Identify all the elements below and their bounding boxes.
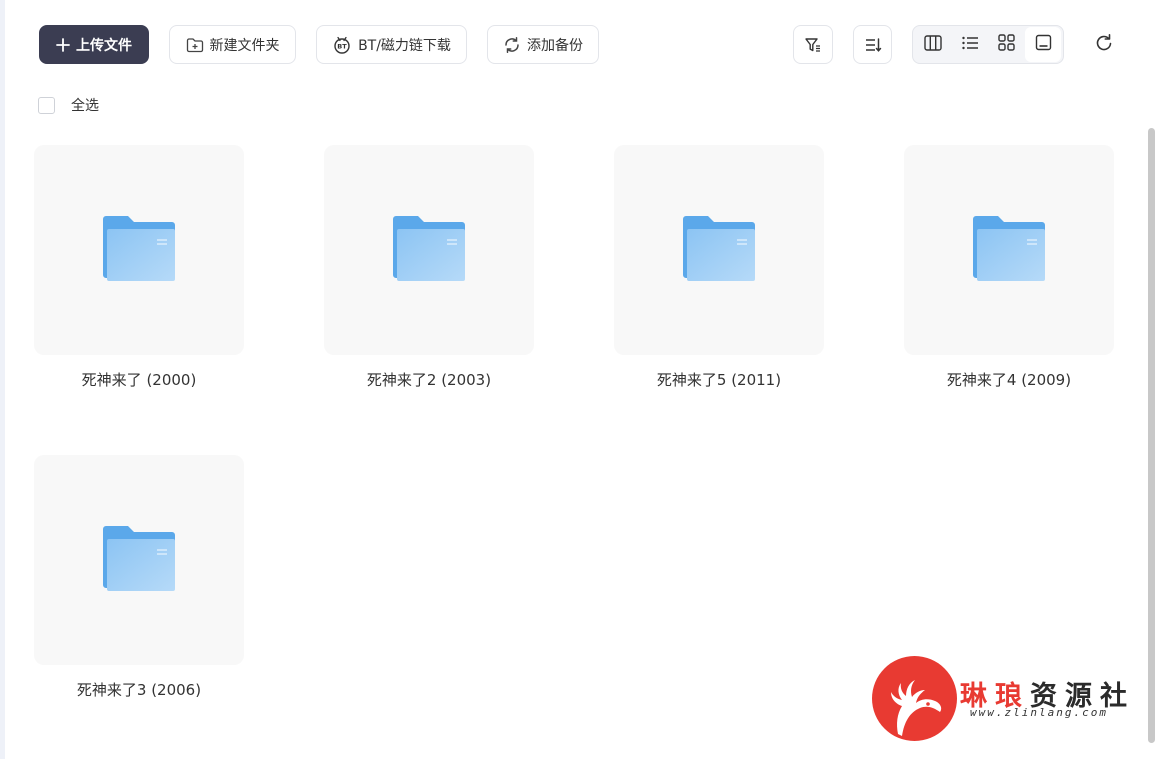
folder-icon [973,215,1045,285]
columns-icon [924,34,942,55]
folder-name[interactable]: 死神来了5 (2011) [614,369,824,390]
add-backup-label: 添加备份 [527,37,583,54]
svg-text:BT: BT [337,42,347,50]
folder-name[interactable]: 死神来了2 (2003) [324,369,534,390]
view-grid-button[interactable] [989,27,1025,62]
plus-icon [56,37,70,52]
folder-name[interactable]: 死神来了 (2000) [34,369,244,390]
upload-button[interactable]: 上传文件 [39,25,149,64]
folder-card[interactable]: 死神来了 (2000) [34,145,244,390]
folder-tile[interactable] [34,455,244,665]
bt-icon: BT [332,36,352,54]
view-columns-button[interactable] [915,27,951,62]
folder-tile[interactable] [34,145,244,355]
grid-icon [998,34,1015,55]
folder-card[interactable]: 死神来了4 (2009) [904,145,1114,390]
folder-icon [103,525,175,595]
select-all-label: 全选 [71,98,99,114]
toolbar: 上传文件 新建文件夹 BT BT/磁力链下载 添加备份 [0,0,1159,90]
vertical-scrollbar[interactable] [1148,128,1155,743]
bt-download-button[interactable]: BT BT/磁力链下载 [316,25,467,64]
watermark-url: www.zlinlang.com [970,706,1108,719]
view-mode-group [912,25,1064,64]
thumbnail-icon [1035,34,1052,55]
folder-tile[interactable] [904,145,1114,355]
folder-card[interactable]: 死神来了3 (2006) [34,455,244,700]
list-icon [961,35,979,55]
new-folder-button[interactable]: 新建文件夹 [169,25,296,64]
folder-card[interactable]: 死神来了5 (2011) [614,145,824,390]
view-thumbnail-button[interactable] [1025,27,1061,62]
sync-icon [503,36,521,54]
folder-tile[interactable] [614,145,824,355]
sort-button[interactable] [853,25,892,64]
deer-logo-icon [872,656,957,741]
refresh-icon [1094,33,1114,57]
upload-label: 上传文件 [76,37,132,54]
folder-icon [103,215,175,285]
view-list-button[interactable] [952,27,988,62]
folder-icon [393,215,465,285]
filter-icon [804,36,822,54]
folder-name[interactable]: 死神来了3 (2006) [34,679,244,700]
folder-card[interactable]: 死神来了2 (2003) [324,145,534,390]
folder-icon [683,215,755,285]
sort-icon [864,36,882,54]
new-folder-label: 新建文件夹 [209,37,280,54]
select-all-checkbox[interactable] [38,96,55,114]
filter-button[interactable] [793,25,833,64]
folder-plus-icon [186,37,204,53]
folder-tile[interactable] [324,145,534,355]
bt-download-label: BT/磁力链下载 [358,37,451,54]
refresh-button[interactable] [1090,31,1118,59]
add-backup-button[interactable]: 添加备份 [487,25,599,64]
watermark: 琳琅资源社 www.zlinlang.com [872,656,1142,744]
select-all[interactable]: 全选 [38,95,99,115]
left-strip [0,0,5,759]
folder-name[interactable]: 死神来了4 (2009) [904,369,1114,390]
